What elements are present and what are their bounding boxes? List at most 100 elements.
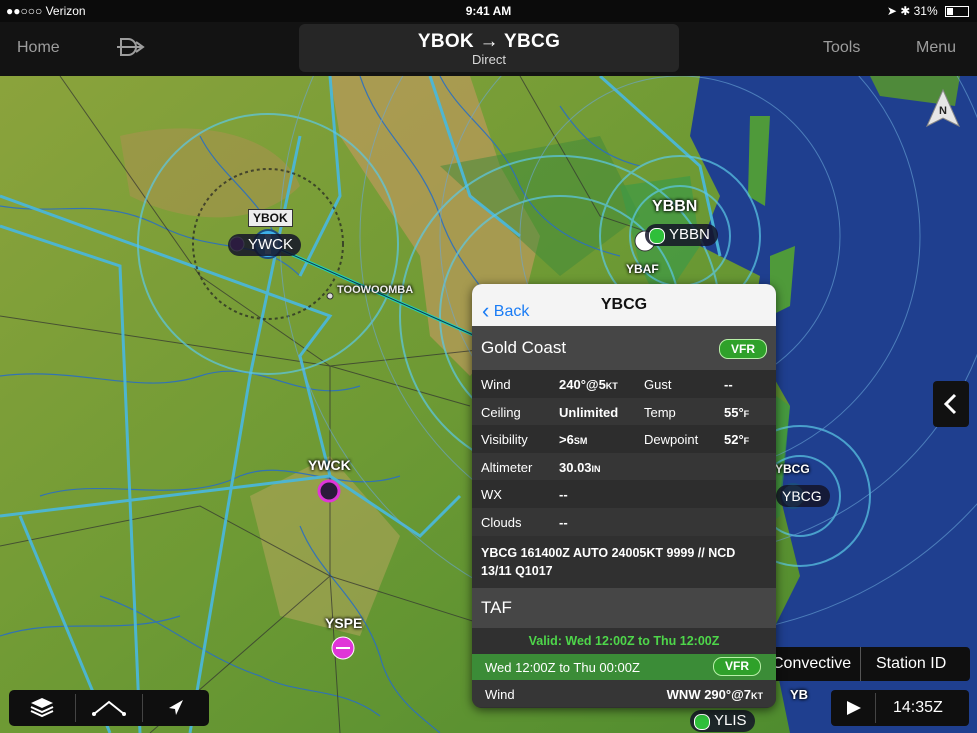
metar-field-label: Dewpoint	[644, 432, 698, 447]
metar-field-value: Unlimited	[559, 405, 618, 420]
metar-field-label: Gust	[644, 377, 671, 392]
ybaf-label: YBAF	[626, 262, 659, 276]
compass-label: N	[939, 105, 947, 117]
toowoomba-label: TOOWOOMBA	[337, 284, 414, 296]
metar-field-label: Temp	[644, 405, 676, 420]
metar-field-value: >6SM	[559, 432, 587, 447]
ybok-waypoint-pill[interactable]: YWCK	[228, 234, 301, 256]
metar-field-label-text: Altimeter	[481, 459, 533, 475]
taf-category-badge: VFR	[713, 656, 761, 676]
convective-button[interactable]: Convective	[772, 655, 851, 673]
metar-field-value-text: 55°	[724, 404, 744, 420]
metar-field-label-text: WX	[481, 487, 502, 503]
ybbn-pill-label: YBBN	[669, 226, 710, 243]
metar-field-label: Visibility	[481, 432, 528, 447]
metar-field-label-text: Visibility	[481, 432, 528, 448]
metar-field-value: 55°F	[724, 405, 749, 420]
metar-field-value: --	[559, 487, 568, 502]
home-button[interactable]: Home	[17, 39, 60, 57]
metar-field-value-text: 30.03	[559, 459, 592, 475]
ybcg-label: YBCG	[775, 462, 810, 476]
metar-field-label: Wind	[481, 377, 511, 392]
metar-row: Altimeter 30.03IN	[472, 452, 776, 481]
yb-partial-label: YB	[790, 687, 809, 702]
station-weather-popup: ‹ Back YBCG Gold Coast VFR Wind 240°@5KT G…	[472, 284, 776, 708]
metar-field-value-text: --	[559, 487, 568, 503]
taf-section-header: TAF	[472, 587, 776, 628]
metar-row: WX --	[472, 480, 776, 508]
taf-label: TAF	[481, 597, 512, 617]
taf-forecast-period: Wed 12:00Z to Thu 00:00Z VFR	[472, 653, 776, 680]
metar-field-value: --	[724, 377, 733, 392]
toowoomba-city-icon	[326, 292, 334, 300]
track-up-button[interactable]	[143, 690, 209, 726]
play-icon[interactable]	[831, 690, 875, 726]
playback-time: 14:35Z	[893, 699, 943, 716]
metar-field-label-text: Temp	[644, 404, 676, 420]
ybok-pill-label: YWCK	[248, 236, 293, 253]
north-compass-icon[interactable]: N	[925, 88, 961, 128]
expand-panel-button[interactable]	[933, 381, 969, 427]
metar-field-value: --	[559, 515, 568, 530]
ybcg-waypoint-pill[interactable]: YBCG	[776, 485, 830, 507]
taf-period-label: Wed 12:00Z to Thu 00:00Z	[485, 659, 640, 675]
terrain-profile-icon	[92, 700, 126, 716]
player-divider	[875, 693, 876, 723]
menu-button[interactable]: Menu	[916, 39, 956, 57]
metar-field-label-text: Dewpoint	[644, 432, 699, 448]
metar-field-label-text: Wind	[481, 377, 511, 392]
metar-field-value-text: 240°@5	[559, 377, 606, 392]
layers-button[interactable]	[9, 690, 75, 726]
ywck-label: YWCK	[308, 457, 351, 473]
battery-icon	[945, 6, 969, 18]
taf-wind-label: Wind	[485, 686, 515, 702]
metar-section-header: Gold Coast VFR	[472, 326, 776, 370]
popup-header: ‹ Back YBCG	[472, 284, 776, 326]
metar-field-label-text: Ceiling	[481, 404, 521, 420]
metar-field-value: 52°F	[724, 432, 749, 447]
metar-field-label: WX	[481, 487, 502, 502]
profile-view-button[interactable]	[76, 690, 142, 726]
metar-field-value-text: --	[724, 377, 733, 392]
yspe-label: YSPE	[325, 615, 363, 631]
route-mode: Direct	[472, 52, 506, 67]
taf-wind-row: Wind WNW 290°@7KT	[472, 679, 776, 708]
metar-field-label-text: Clouds	[481, 514, 522, 530]
metar-field-label: Altimeter	[481, 460, 532, 475]
ylis-waypoint-pill[interactable]: YLIS	[690, 710, 755, 732]
direct-to-icon	[117, 38, 145, 56]
taf-wind-unit: KT	[751, 690, 763, 701]
ywck-airport-icon[interactable]	[317, 479, 341, 503]
metar-field-value: 30.03IN	[559, 460, 601, 475]
direct-to-button[interactable]	[116, 35, 146, 64]
navigation-arrow-icon	[169, 700, 183, 715]
taf-wind-value: WNW 290°@7KT	[667, 687, 763, 702]
tools-button[interactable]: Tools	[823, 39, 860, 57]
vfr-status-dot-icon	[649, 228, 665, 244]
metar-unit: KT	[605, 381, 618, 391]
metar-row: Visibility >6SM Dewpoint 52°F	[472, 425, 776, 453]
metar-field-label-text: Gust	[644, 377, 672, 392]
metar-field-value-text: --	[559, 514, 568, 530]
metar-unit: IN	[591, 463, 601, 474]
metar-row: Ceiling Unlimited Temp 55°F	[472, 397, 776, 426]
flight-plan-title[interactable]: YBOK → YBCG Direct	[299, 24, 679, 72]
metar-field-value-text: Unlimited	[559, 404, 619, 420]
battery-percent: 31%	[913, 4, 938, 18]
overlay-segmented-control[interactable]: Convective Station ID	[760, 647, 970, 681]
location-arrow-icon: ➤	[886, 4, 897, 18]
ybbn-waypoint-pill[interactable]: YBBN	[645, 224, 718, 246]
metar-row: Wind 240°@5KT Gust --	[472, 370, 776, 398]
segment-divider	[860, 647, 861, 681]
ybcg-pill-label: YBCG	[782, 488, 822, 504]
metar-row: Clouds --	[472, 507, 776, 536]
weather-playback-control[interactable]: 14:35Z	[831, 690, 969, 726]
raw-metar-text: YBCG 161400Z AUTO 24005KT 9999 // NCD 13…	[472, 535, 776, 588]
metar-field-label: Ceiling	[481, 405, 521, 420]
metar-field-label: Clouds	[481, 515, 521, 530]
taf-wind-speed: WNW 290°@7	[666, 686, 751, 702]
station-id-button[interactable]: Station ID	[876, 655, 946, 673]
bluetooth-icon: ✱	[900, 4, 911, 18]
chevron-left-icon	[943, 393, 957, 415]
metar-field-value-text: >6	[559, 432, 574, 448]
